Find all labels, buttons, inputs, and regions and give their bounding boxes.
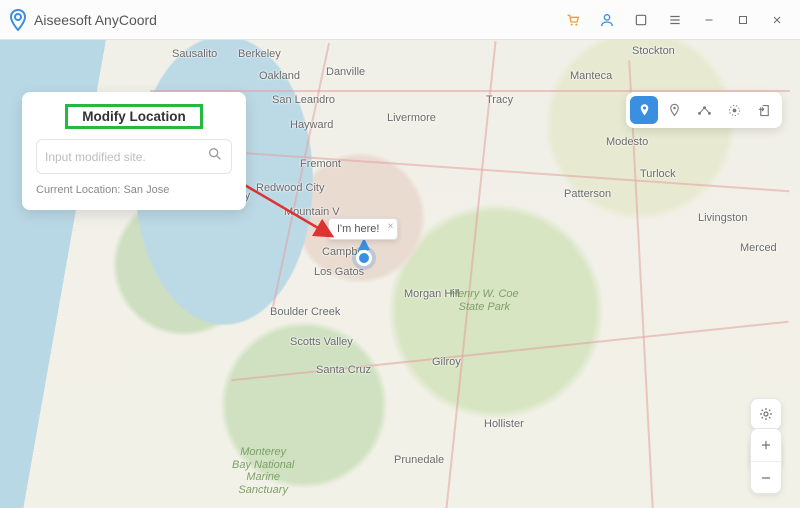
settings-icon xyxy=(758,406,774,422)
here-bubble[interactable]: I'm here! × xyxy=(328,218,398,240)
menu-icon xyxy=(668,13,682,27)
shop-button[interactable] xyxy=(558,5,588,35)
panel-title-highlight: Modify Location xyxy=(65,104,203,129)
title-controls xyxy=(558,5,792,35)
search-icon[interactable] xyxy=(207,146,223,167)
map-canvas[interactable]: Sausalito Berkeley Oakland Danville San … xyxy=(0,40,800,508)
app-title: Aiseesoft AnyCoord xyxy=(34,12,157,28)
cart-icon xyxy=(565,12,581,28)
mode-modify-location[interactable] xyxy=(630,96,658,124)
joystick-icon xyxy=(727,103,742,118)
mode-joystick[interactable] xyxy=(720,96,748,124)
app-brand: Aiseesoft AnyCoord xyxy=(8,9,157,31)
pin-mode-icon xyxy=(637,103,652,118)
titlebar: Aiseesoft AnyCoord xyxy=(0,0,800,40)
close-icon xyxy=(771,14,783,26)
modify-location-panel: Modify Location Current Location: San Jo… xyxy=(22,92,246,210)
menu-button[interactable] xyxy=(660,5,690,35)
maximize-button[interactable] xyxy=(728,5,758,35)
close-button[interactable] xyxy=(762,5,792,35)
zoom-controls xyxy=(750,428,782,494)
account-button[interactable] xyxy=(592,5,622,35)
current-location-label: Current Location: xyxy=(36,184,120,196)
close-bubble-icon[interactable]: × xyxy=(388,221,394,232)
search-row xyxy=(36,139,232,174)
detach-button[interactable] xyxy=(626,5,656,35)
zoom-in-icon xyxy=(759,438,773,452)
mode-toolbar xyxy=(626,92,782,128)
mode-export[interactable] xyxy=(750,96,778,124)
zoom-in-button[interactable] xyxy=(751,429,781,461)
current-location-value: San Jose xyxy=(123,184,169,196)
here-bubble-text: I'm here! xyxy=(337,223,379,235)
current-location-line: Current Location: San Jose xyxy=(36,184,232,196)
mode-one-stop[interactable] xyxy=(660,96,688,124)
zoom-out-icon xyxy=(759,471,773,485)
maximize-icon xyxy=(737,14,749,26)
location-search-input[interactable] xyxy=(45,150,207,164)
map-settings-button[interactable] xyxy=(750,398,782,430)
location-pin[interactable] xyxy=(356,250,372,266)
export-icon xyxy=(757,103,772,118)
minimize-button[interactable] xyxy=(694,5,724,35)
user-icon xyxy=(599,12,615,28)
panel-title: Modify Location xyxy=(82,109,186,124)
mode-multi-stop[interactable] xyxy=(690,96,718,124)
zoom-out-button[interactable] xyxy=(751,461,781,493)
multi-stop-icon xyxy=(696,103,713,118)
pin-alt-icon xyxy=(667,103,682,118)
minimize-icon xyxy=(703,14,715,26)
app-logo-icon xyxy=(8,9,28,31)
window-icon xyxy=(634,13,648,27)
